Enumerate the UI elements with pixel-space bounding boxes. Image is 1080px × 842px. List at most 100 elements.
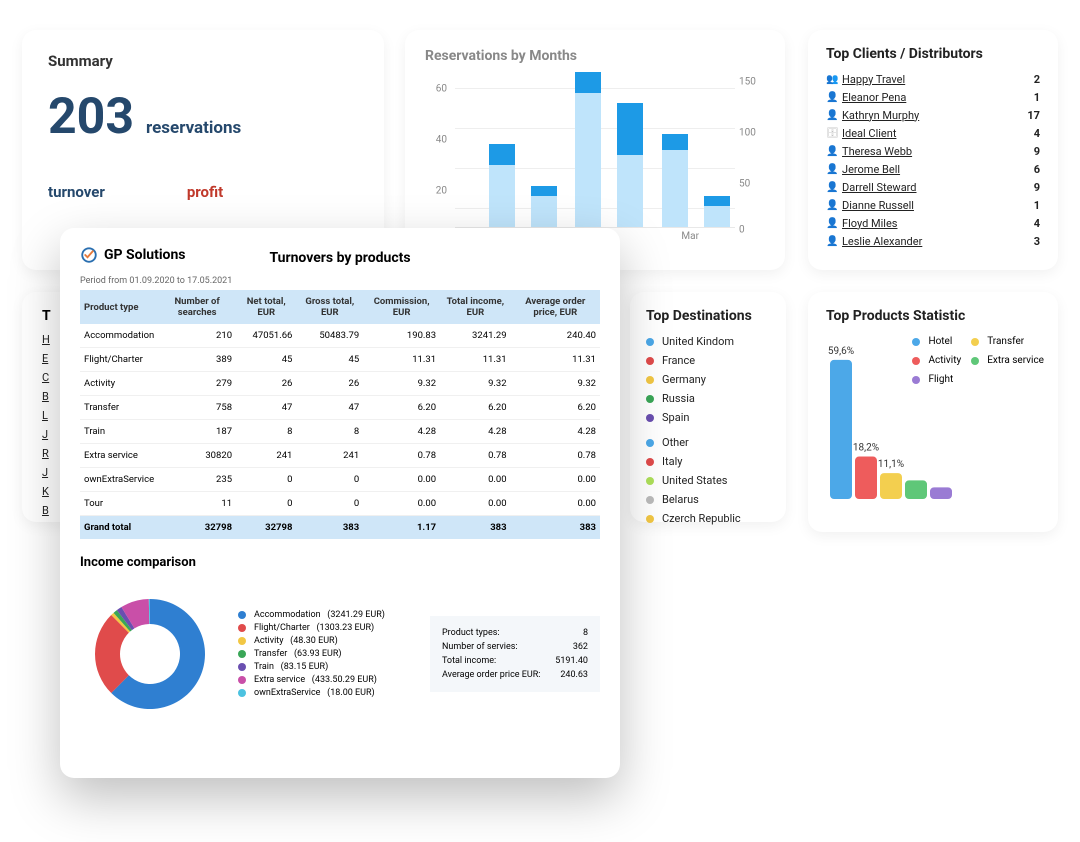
dot-icon	[646, 458, 654, 466]
client-row[interactable]: 🗄Ideal Client4	[826, 124, 1040, 142]
svg-text:59,6%: 59,6%	[828, 346, 854, 357]
dot-icon	[238, 650, 246, 658]
client-name: Theresa Webb	[842, 145, 1034, 158]
stat-row: Number of servies:362	[442, 640, 588, 654]
turnovers-table: Product typeNumber of searchesNet total,…	[80, 290, 600, 539]
chart-bar	[662, 134, 688, 227]
legend-item: ownExtraService (18.00 EUR)	[238, 687, 412, 700]
dot-icon	[971, 338, 979, 346]
client-row[interactable]: 👤Darrell Steward9	[826, 178, 1040, 196]
svg-text:18,2%: 18,2%	[853, 443, 879, 454]
summary-value: 203	[48, 88, 134, 146]
client-row[interactable]: 👤Kathryn Murphy17	[826, 106, 1040, 124]
client-row[interactable]: 👥Happy Travel2	[826, 70, 1040, 88]
dot-icon	[646, 414, 654, 422]
dot-icon	[238, 611, 246, 619]
products-card: Top Products Statistic 59,6%18,2%11,1% H…	[808, 292, 1058, 532]
client-value: 4	[1034, 217, 1040, 230]
destination-item[interactable]: Czerch Republic	[646, 509, 770, 528]
client-value: 9	[1034, 181, 1040, 194]
person-icon: 👤	[826, 92, 842, 103]
client-name: Leslie Alexander	[842, 235, 1034, 248]
reservations-chart: 60 40 20 150 100 50 0 Mar	[425, 72, 765, 242]
briefcase-icon: 🗄	[826, 128, 842, 139]
product-bar	[905, 480, 927, 499]
client-value: 4	[1034, 127, 1040, 140]
client-row[interactable]: 👤Floyd Miles4	[826, 214, 1040, 232]
destination-item[interactable]: Russia	[646, 389, 770, 408]
table-header: Product type	[80, 290, 158, 324]
dot-icon	[646, 395, 654, 403]
income-stats: Product types:8Number of servies:362Tota…	[430, 616, 600, 692]
people-icon: 👥	[826, 74, 842, 85]
client-name: Floyd Miles	[842, 217, 1034, 230]
legend-item: Extra service (433.50.29 EUR)	[238, 674, 412, 687]
x-axis-label: Mar	[681, 231, 699, 242]
client-row[interactable]: 👤Dianne Russell1	[826, 196, 1040, 214]
stat-row: Average order price EUR:240.63	[442, 668, 588, 682]
summary-label: reservations	[146, 118, 241, 138]
profit-label: profit	[187, 183, 223, 201]
dot-icon	[646, 338, 654, 346]
product-bar	[930, 487, 952, 499]
table-row: Transfer75847476.206.206.20	[80, 396, 600, 420]
client-name: Jerome Bell	[842, 163, 1034, 176]
legend-item: Flight/Charter (1303.23 EUR)	[238, 622, 412, 635]
dot-icon	[646, 376, 654, 384]
dot-icon	[971, 357, 979, 365]
client-row[interactable]: 👤Theresa Webb9	[826, 142, 1040, 160]
grand-total-row: Grand total32798327983831.17383383	[80, 516, 600, 540]
chart-bar	[489, 144, 515, 227]
table-row: Accommodation21047051.6650483.79190.8332…	[80, 324, 600, 348]
table-row: ownExtraService235000.000.000.00	[80, 468, 600, 492]
dot-icon	[238, 624, 246, 632]
chart-bar	[617, 103, 643, 227]
clients-card: Top Clients / Distributors 👥Happy Travel…	[808, 30, 1058, 270]
client-name: Darrell Steward	[842, 181, 1034, 194]
check-circle-icon	[80, 246, 98, 264]
person-icon: 👤	[826, 146, 842, 157]
destination-item[interactable]: United States	[646, 471, 770, 490]
client-name: Ideal Client	[842, 127, 1034, 140]
client-row[interactable]: 👤Jerome Bell6	[826, 160, 1040, 178]
person-icon: 👤	[826, 182, 842, 193]
destination-item[interactable]: Other	[646, 433, 770, 452]
client-row[interactable]: 👤Eleanor Pena1	[826, 88, 1040, 106]
client-name: Eleanor Pena	[842, 91, 1034, 104]
dot-icon	[912, 338, 920, 346]
destinations-title: Top Destinations	[646, 308, 770, 324]
destination-item[interactable]: Germany	[646, 370, 770, 389]
person-icon: 👤	[826, 164, 842, 175]
dot-icon	[912, 357, 920, 365]
legend-item: Extra service	[971, 355, 1044, 366]
chart-bar	[704, 196, 730, 227]
table-header: Number of searches	[158, 290, 236, 324]
destination-item[interactable]: Italy	[646, 452, 770, 471]
table-row: Flight/Charter389454511.3111.3111.31	[80, 348, 600, 372]
client-row[interactable]: 👤Leslie Alexander3	[826, 232, 1040, 250]
dot-icon	[646, 515, 654, 523]
client-value: 6	[1034, 163, 1040, 176]
income-legend: Accommodation (3241.29 EUR)Flight/Charte…	[238, 609, 412, 700]
gp-period: Period from 01.09.2020 to 17.05.2021	[80, 276, 600, 286]
chart-bar	[531, 186, 557, 227]
product-bar	[830, 360, 852, 499]
destination-item[interactable]: United Kindom	[646, 332, 770, 351]
client-name: Kathryn Murphy	[842, 109, 1027, 122]
client-value: 3	[1034, 235, 1040, 248]
clients-title: Top Clients / Distributors	[826, 46, 1040, 62]
client-value: 1	[1034, 199, 1040, 212]
destination-item[interactable]: Spain	[646, 408, 770, 427]
dot-icon	[912, 376, 920, 384]
destination-item[interactable]: Belarus	[646, 490, 770, 509]
product-bar	[855, 457, 877, 499]
dot-icon	[238, 676, 246, 684]
destinations-card: Top Destinations United KindomFranceGerm…	[630, 292, 786, 522]
legend-item: Transfer (63.93 EUR)	[238, 648, 412, 661]
destination-item[interactable]: France	[646, 351, 770, 370]
table-row: Extra service308202412410.780.780.78	[80, 444, 600, 468]
table-row: Train187884.284.284.28	[80, 420, 600, 444]
dot-icon	[646, 496, 654, 504]
client-name: Dianne Russell	[842, 199, 1034, 212]
reservations-title: Reservations by Months	[425, 48, 765, 64]
